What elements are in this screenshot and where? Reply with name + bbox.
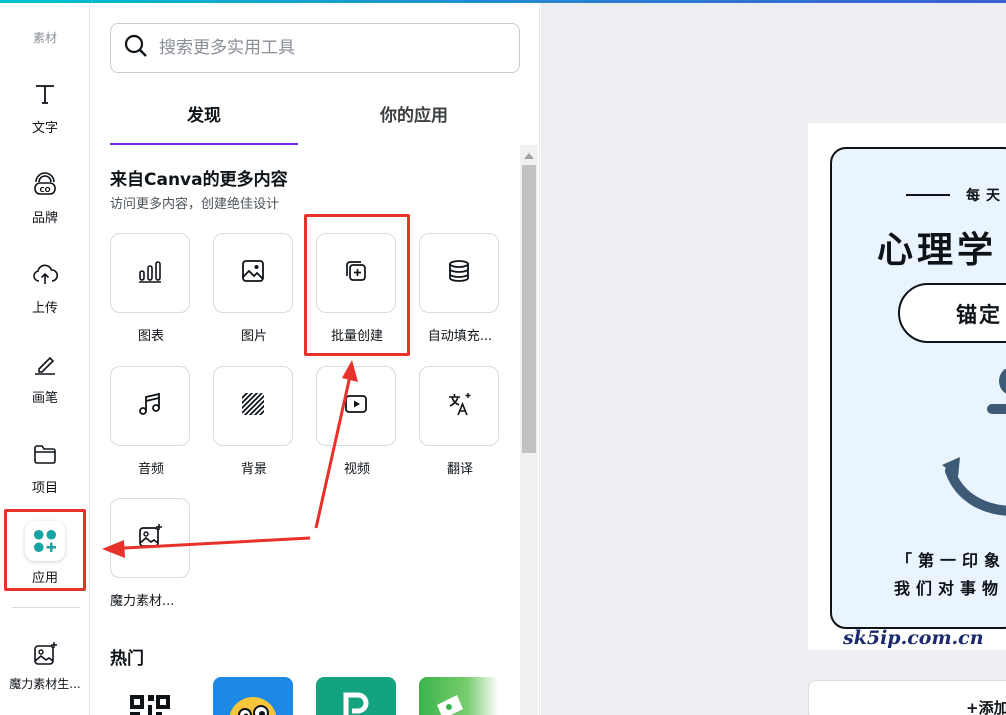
design-quote-line-1[interactable]: 「第一印象 bbox=[896, 547, 1006, 571]
hot-app-qr[interactable] bbox=[110, 677, 190, 715]
tab-your-apps[interactable]: 你的应用 bbox=[320, 93, 508, 143]
rail-item-magic-media[interactable]: 魔力素材生... bbox=[0, 635, 90, 715]
rail-item-label: 文字 bbox=[31, 121, 58, 136]
add-page-button[interactable]: +添加 bbox=[808, 680, 1006, 715]
rail-section-label: 素材 bbox=[32, 31, 57, 45]
watermark-text: sk5ip.com.cn bbox=[843, 627, 984, 649]
tool-label: 图片 bbox=[240, 329, 267, 344]
hot-app-p[interactable] bbox=[316, 677, 396, 715]
translate-icon bbox=[446, 391, 472, 421]
rail-item-upload[interactable]: 上传 bbox=[0, 255, 90, 335]
text-icon bbox=[30, 79, 60, 109]
design-pill-text: 锚定 bbox=[956, 303, 1002, 327]
database-icon bbox=[446, 258, 472, 288]
tab-label: 发现 bbox=[187, 106, 221, 126]
tool-tile-box[interactable] bbox=[316, 366, 396, 446]
tool-image[interactable]: 图片 bbox=[213, 233, 295, 344]
apps-panel: 发现 你的应用 来自Canva的更多内容 访问更多内容，创建绝佳设计 图表 图片… bbox=[90, 3, 540, 715]
emoji-face-icon bbox=[213, 697, 293, 715]
letter-p-icon bbox=[316, 692, 396, 715]
rail-item-projects[interactable]: 项目 bbox=[0, 435, 90, 515]
search-icon bbox=[123, 33, 149, 63]
decorative-line bbox=[906, 194, 950, 196]
annotation-box-apps bbox=[4, 509, 86, 591]
design-title[interactable]: 心理学 bbox=[877, 221, 997, 273]
rail-item-label: 魔力素材生... bbox=[9, 677, 81, 691]
rail-divider bbox=[12, 607, 80, 608]
qr-code-icon bbox=[110, 695, 190, 715]
search-input[interactable] bbox=[159, 38, 499, 58]
magic-image-icon bbox=[137, 523, 163, 553]
anchor-illustration[interactable] bbox=[942, 368, 1006, 523]
add-page-label: +添加 bbox=[966, 699, 1006, 715]
tool-tile-box[interactable] bbox=[213, 233, 293, 313]
hot-app-photo[interactable] bbox=[419, 677, 499, 715]
hot-section-title: 热门 bbox=[110, 649, 144, 669]
section-subtitle: 访问更多内容，创建绝佳设计 bbox=[110, 197, 280, 212]
tab-label: 你的应用 bbox=[380, 106, 448, 126]
tool-tile-box[interactable] bbox=[213, 366, 293, 446]
rail-item-label: 品牌 bbox=[31, 211, 58, 226]
tool-tile-box[interactable] bbox=[110, 233, 190, 313]
tool-tile-box[interactable] bbox=[419, 233, 499, 313]
rail-item-label: 上传 bbox=[31, 301, 58, 316]
panel-tabs: 发现 你的应用 bbox=[110, 93, 520, 145]
cloud-upload-icon bbox=[30, 259, 60, 289]
rail-item-brand[interactable]: CO 品牌 bbox=[0, 165, 90, 245]
tool-tile-box[interactable] bbox=[110, 366, 190, 446]
photo-edit-icon bbox=[419, 695, 499, 715]
design-canvas-area: 每天 心理学 锚定 「第一印象 我们对事物 +添加 bbox=[541, 3, 1006, 715]
rail-item-text[interactable]: 文字 bbox=[0, 75, 90, 155]
rail-item-label: 画笔 bbox=[31, 391, 58, 406]
pen-icon bbox=[30, 349, 60, 379]
annotation-box-bulk-create bbox=[304, 214, 410, 356]
design-quote-line-2[interactable]: 我们对事物 bbox=[894, 575, 1004, 599]
rail-item-label: 项目 bbox=[31, 481, 58, 496]
tool-autofill[interactable]: 自动填充... bbox=[419, 233, 501, 344]
music-note-icon bbox=[137, 391, 163, 421]
design-page[interactable]: 每天 心理学 锚定 「第一印象 我们对事物 bbox=[808, 123, 1006, 650]
magic-media-icon bbox=[30, 639, 60, 669]
tool-label: 图表 bbox=[137, 329, 164, 344]
bar-chart-icon bbox=[137, 258, 163, 288]
tool-background[interactable]: 背景 bbox=[213, 366, 295, 477]
scrollbar-thumb[interactable] bbox=[522, 165, 536, 453]
section-title: 来自Canva的更多内容 bbox=[110, 170, 288, 190]
panel-scrollbar[interactable] bbox=[520, 145, 538, 715]
tool-translate[interactable]: 翻译 bbox=[419, 366, 501, 477]
video-play-icon bbox=[343, 391, 369, 421]
tool-label: 翻译 bbox=[446, 462, 473, 477]
hot-app-emoji[interactable] bbox=[213, 677, 293, 715]
tool-label: 背景 bbox=[240, 462, 267, 477]
scroll-up-arrow[interactable] bbox=[524, 153, 534, 159]
background-pattern-icon bbox=[240, 391, 266, 421]
tool-audio[interactable]: 音频 bbox=[110, 366, 192, 477]
tool-label: 魔力素材... bbox=[110, 594, 175, 609]
tool-tile-box[interactable] bbox=[419, 366, 499, 446]
folder-icon bbox=[30, 439, 60, 469]
tool-label: 自动填充... bbox=[427, 329, 493, 344]
tool-magic-media[interactable]: 魔力素材... bbox=[110, 498, 192, 609]
svg-text:CO: CO bbox=[39, 186, 50, 194]
tool-chart[interactable]: 图表 bbox=[110, 233, 192, 344]
tool-tile-box[interactable] bbox=[110, 498, 190, 578]
brand-icon: CO bbox=[30, 169, 60, 199]
tab-discover[interactable]: 发现 bbox=[110, 93, 298, 145]
design-pill[interactable]: 锚定 bbox=[898, 283, 1006, 343]
active-tab-underline bbox=[110, 143, 298, 145]
image-icon bbox=[240, 258, 266, 288]
design-card[interactable]: 每天 心理学 锚定 「第一印象 我们对事物 bbox=[830, 147, 1006, 629]
tool-label: 音频 bbox=[137, 462, 164, 477]
left-rail: 素材 文字 CO 品牌 上传 画笔 项目 应用 魔力素材生... bbox=[0, 3, 90, 715]
tool-video[interactable]: 视频 bbox=[316, 366, 398, 477]
search-box[interactable] bbox=[110, 23, 520, 73]
rail-item-draw[interactable]: 画笔 bbox=[0, 345, 90, 425]
tool-label: 视频 bbox=[343, 462, 370, 477]
design-daily-text[interactable]: 每天 bbox=[966, 185, 1006, 205]
